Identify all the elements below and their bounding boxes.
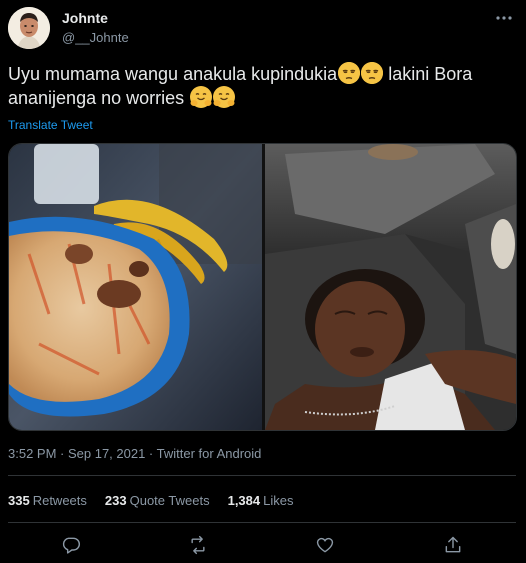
tweet-text: Uyu mumama wangu anakula kupindukia laki… — [8, 62, 508, 110]
likes-stat[interactable]: 1,384 Likes — [228, 493, 294, 508]
quote-tweets-label: Quote Tweets — [129, 493, 210, 508]
share-icon[interactable] — [442, 534, 464, 556]
pilau-and-bananas-photo[interactable] — [9, 144, 262, 430]
retweet-icon[interactable] — [187, 534, 209, 556]
quote-tweets-stat[interactable]: 233 Quote Tweets — [105, 493, 210, 508]
retweets-label: Retweets — [32, 493, 87, 508]
author-handle[interactable]: @__Johnte — [62, 30, 129, 45]
engagement-stats: 335 Retweets 233 Quote Tweets 1,384 Likes — [8, 493, 294, 508]
action-bar — [0, 530, 526, 560]
likes-count: 1,384 — [227, 493, 261, 508]
tweet-text-part1: Uyu mumama wangu anakula kupindukia — [8, 64, 338, 84]
hugging-face-emoji — [190, 86, 213, 108]
quote-tweets-count: 233 — [104, 493, 127, 508]
reply-icon[interactable] — [60, 534, 82, 556]
likes-label: Likes — [263, 493, 294, 508]
unamused-face-emoji — [361, 62, 384, 84]
avatar-icon — [8, 7, 50, 49]
author-display-name[interactable]: Johnte — [62, 10, 108, 26]
retweets-stat[interactable]: 335 Retweets — [8, 493, 87, 508]
like-icon[interactable] — [314, 534, 336, 556]
unamused-face-emoji — [338, 62, 361, 84]
avatar[interactable] — [8, 7, 50, 49]
tweet-card: Johnte @__Johnte Uyu mumama wangu anakul… — [0, 0, 526, 563]
more-options-icon[interactable] — [494, 8, 514, 28]
divider — [8, 475, 516, 476]
media-grid — [8, 143, 517, 431]
retweets-count: 335 — [8, 493, 30, 508]
divider — [8, 522, 516, 523]
translate-tweet-link[interactable]: Translate Tweet — [8, 118, 93, 132]
sleeping-woman-photo[interactable] — [265, 144, 516, 430]
tweet-timestamp[interactable]: 3:52 PM · Sep 17, 2021 · Twitter for And… — [8, 446, 261, 461]
hugging-face-emoji — [213, 86, 236, 108]
